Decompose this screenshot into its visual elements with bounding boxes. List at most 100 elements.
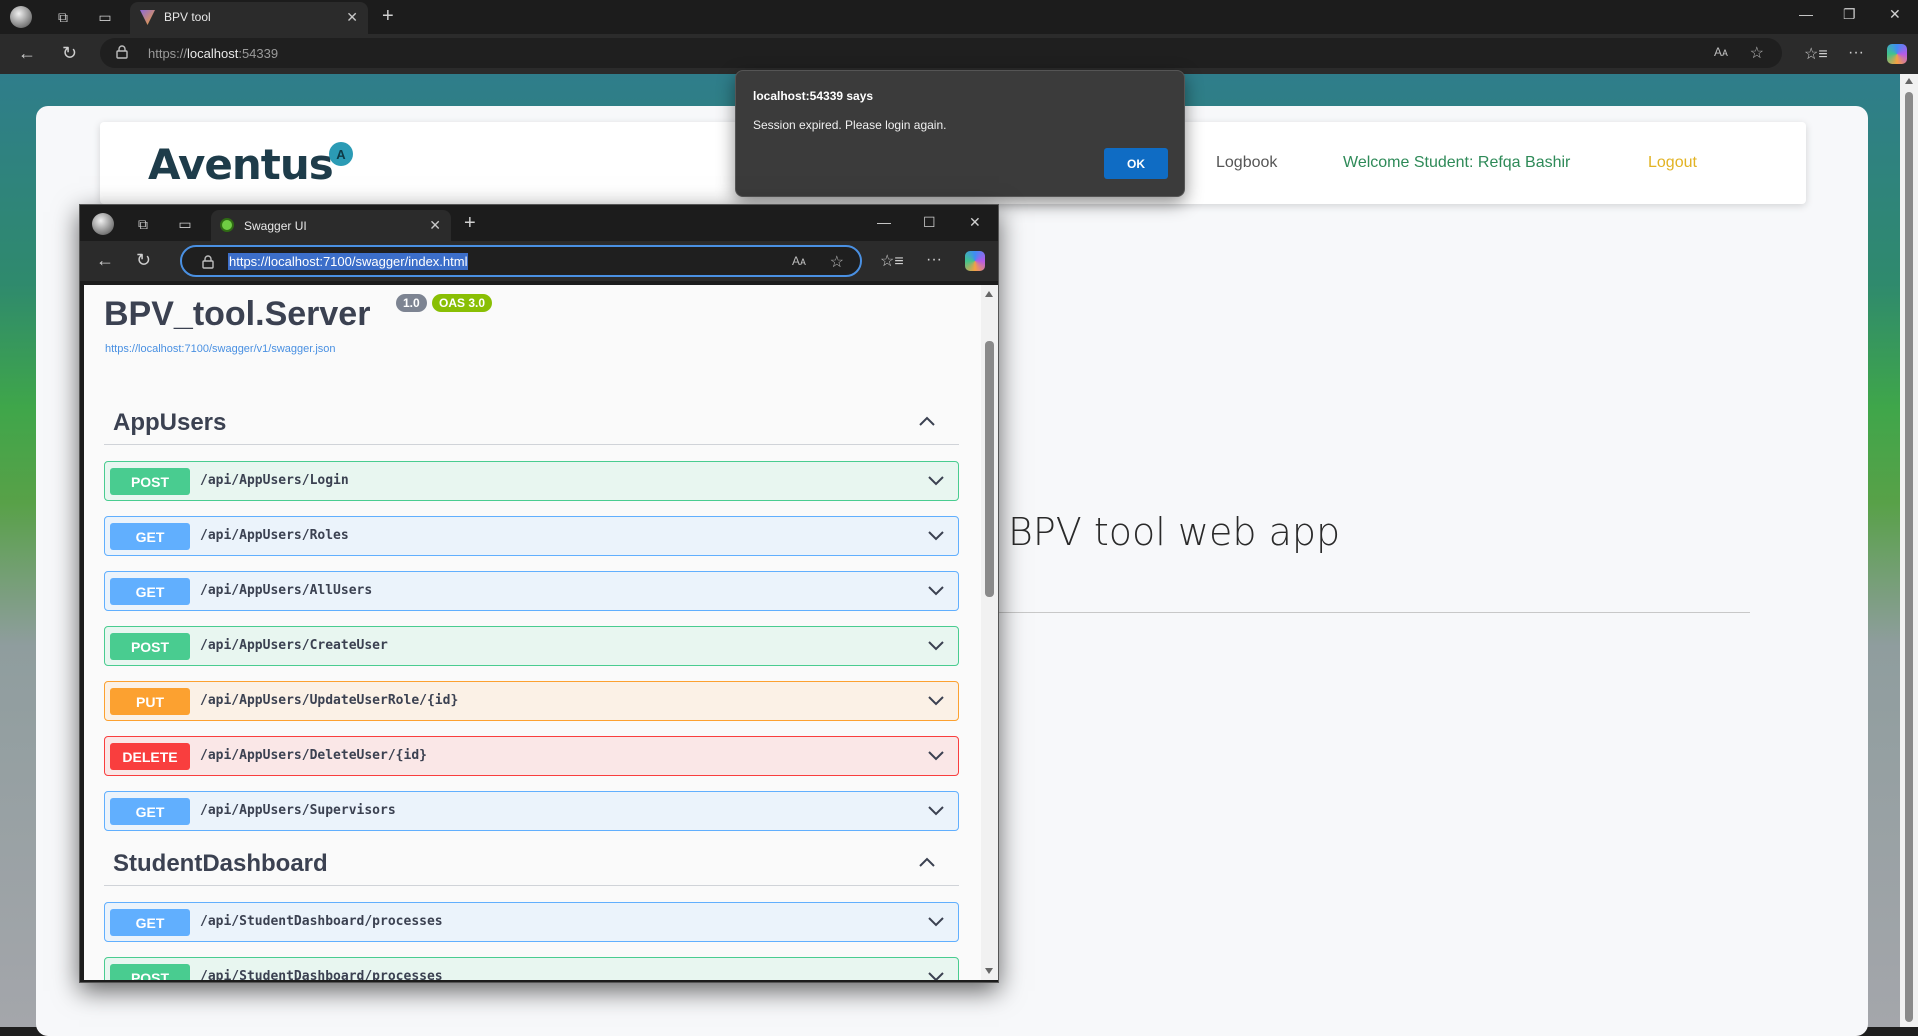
operation-row[interactable]: GET /api/StudentDashboard/processes [104, 902, 959, 942]
read-aloud-icon[interactable]: Aᴀ [792, 254, 806, 268]
operation-row[interactable]: PUT /api/AppUsers/UpdateUserRole/{id} [104, 681, 959, 721]
operation-path: /api/AppUsers/UpdateUserRole/{id} [200, 693, 459, 708]
vite-favicon-icon [140, 10, 155, 25]
version-badge: 1.0 [396, 294, 427, 312]
method-badge: GET [110, 798, 190, 825]
refresh-icon[interactable]: ↻ [136, 250, 151, 271]
chevron-up-icon[interactable] [917, 852, 937, 872]
nav-logout-link[interactable]: Logout [1648, 154, 1697, 172]
refresh-icon[interactable]: ↻ [62, 43, 77, 64]
more-menu-icon[interactable]: ··· [1848, 44, 1864, 62]
chevron-down-icon[interactable] [926, 526, 946, 546]
profile-avatar-icon[interactable] [92, 213, 114, 235]
chevron-down-icon[interactable] [926, 581, 946, 601]
minimize-icon[interactable]: — [877, 214, 891, 230]
swagger-tab-title: Swagger UI [244, 219, 307, 233]
favorites-list-icon[interactable]: ☆≡ [1804, 44, 1828, 64]
method-badge: PUT [110, 688, 190, 715]
swagger-address-row: ← ↻ https://localhost:7100/swagger/index… [80, 241, 998, 281]
main-url: https://localhost:54339 [148, 46, 279, 61]
nav-welcome-text: Welcome Student: Refqa Bashir [1343, 154, 1571, 171]
operation-path: /api/AppUsers/DeleteUser/{id} [200, 748, 427, 763]
read-aloud-icon[interactable]: Aᴀ [1714, 45, 1728, 59]
method-badge: POST [110, 633, 190, 660]
vertical-tabs-icon[interactable]: ▭ [94, 6, 116, 28]
tab-title: BPV tool [164, 10, 211, 24]
operation-path: /api/AppUsers/CreateUser [200, 638, 388, 653]
workspaces-icon[interactable]: ⧉ [132, 213, 154, 235]
new-tab-icon[interactable]: + [382, 6, 394, 26]
maximize-icon[interactable]: ☐ [923, 214, 936, 231]
back-icon[interactable]: ← [96, 250, 114, 271]
operation-path: /api/AppUsers/Supervisors [200, 803, 396, 818]
main-scrollbar[interactable] [1900, 74, 1918, 1027]
tab-close-icon[interactable]: ✕ [429, 217, 441, 234]
tab-swagger-ui[interactable]: Swagger UI ✕ [211, 210, 451, 241]
session-expired-alert: localhost:54339 says Session expired. Pl… [735, 70, 1185, 197]
copilot-icon[interactable] [1887, 44, 1907, 64]
profile-avatar-icon[interactable] [10, 6, 32, 28]
chevron-up-icon[interactable] [917, 411, 937, 431]
favorites-list-icon[interactable]: ☆≡ [880, 251, 904, 271]
method-badge: GET [110, 578, 190, 605]
favorite-star-icon[interactable]: ☆ [830, 252, 844, 272]
chevron-down-icon[interactable] [926, 471, 946, 491]
operation-row[interactable]: POST /api/AppUsers/Login [104, 461, 959, 501]
section-title: AppUsers [113, 409, 227, 436]
tab-bpv-tool[interactable]: BPV tool ✕ [130, 2, 368, 34]
close-window-icon[interactable]: ✕ [1889, 6, 1901, 23]
operation-path: /api/StudentDashboard/processes [200, 969, 443, 980]
chevron-down-icon[interactable] [926, 967, 946, 980]
operation-path: /api/AppUsers/Login [200, 473, 349, 488]
section-studentdashboard[interactable]: StudentDashboard [104, 842, 959, 886]
aventus-logo[interactable]: Aventus [148, 140, 334, 189]
operation-row[interactable]: POST /api/StudentDashboard/processes [104, 957, 959, 980]
chevron-down-icon[interactable] [926, 801, 946, 821]
hero-divider [990, 612, 1750, 613]
section-title: StudentDashboard [113, 850, 328, 877]
tab-close-icon[interactable]: ✕ [346, 9, 358, 26]
method-badge: POST [110, 468, 190, 495]
chevron-down-icon[interactable] [926, 746, 946, 766]
method-badge: GET [110, 909, 190, 936]
nav-logbook-link[interactable]: Logbook [1216, 154, 1277, 172]
method-badge: GET [110, 523, 190, 550]
more-menu-icon[interactable]: ··· [926, 251, 942, 269]
restore-icon[interactable]: ❐ [1843, 6, 1856, 23]
back-icon[interactable]: ← [18, 43, 36, 64]
chevron-down-icon[interactable] [926, 912, 946, 932]
hero-title: BPV tool web app [1008, 510, 1341, 554]
vertical-tabs-icon[interactable]: ▭ [174, 213, 196, 235]
swagger-address-bar[interactable]: https://localhost:7100/swagger/index.htm… [180, 245, 862, 277]
lock-icon [202, 255, 214, 269]
method-badge: POST [110, 964, 190, 980]
operation-row[interactable]: DELETE /api/AppUsers/DeleteUser/{id} [104, 736, 959, 776]
spec-json-link[interactable]: https://localhost:7100/swagger/v1/swagge… [105, 343, 336, 355]
main-address-bar[interactable]: https://localhost:54339 Aᴀ ☆ [100, 38, 1782, 68]
main-tab-bar: ⧉ ▭ BPV tool ✕ + — ❐ ✕ [0, 0, 1918, 34]
operation-row[interactable]: POST /api/AppUsers/CreateUser [104, 626, 959, 666]
operation-path: /api/AppUsers/AllUsers [200, 583, 373, 598]
minimize-icon[interactable]: — [1799, 6, 1813, 22]
oas-badge: OAS 3.0 [432, 294, 493, 312]
new-tab-icon[interactable]: + [464, 213, 476, 233]
alert-ok-button[interactable]: OK [1104, 148, 1168, 179]
close-window-icon[interactable]: ✕ [969, 214, 981, 231]
favorite-star-icon[interactable]: ☆ [1750, 43, 1764, 63]
copilot-icon[interactable] [965, 251, 985, 271]
chevron-down-icon[interactable] [926, 636, 946, 656]
swagger-scrollbar[interactable] [981, 285, 998, 980]
logo-badge: A [329, 142, 353, 166]
swagger-url[interactable]: https://localhost:7100/swagger/index.htm… [228, 253, 469, 270]
operation-path: /api/StudentDashboard/processes [200, 914, 443, 929]
operation-row[interactable]: GET /api/AppUsers/AllUsers [104, 571, 959, 611]
operation-path: /api/AppUsers/Roles [200, 528, 349, 543]
lock-icon [116, 45, 128, 59]
operation-row[interactable]: GET /api/AppUsers/Roles [104, 516, 959, 556]
workspaces-icon[interactable]: ⧉ [52, 6, 74, 28]
operation-row[interactable]: GET /api/AppUsers/Supervisors [104, 791, 959, 831]
method-badge: DELETE [110, 743, 190, 770]
section-appusers[interactable]: AppUsers [104, 401, 959, 445]
chevron-down-icon[interactable] [926, 691, 946, 711]
swagger-content: BPV_tool.Server 1.0 OAS 3.0 https://loca… [84, 285, 981, 980]
